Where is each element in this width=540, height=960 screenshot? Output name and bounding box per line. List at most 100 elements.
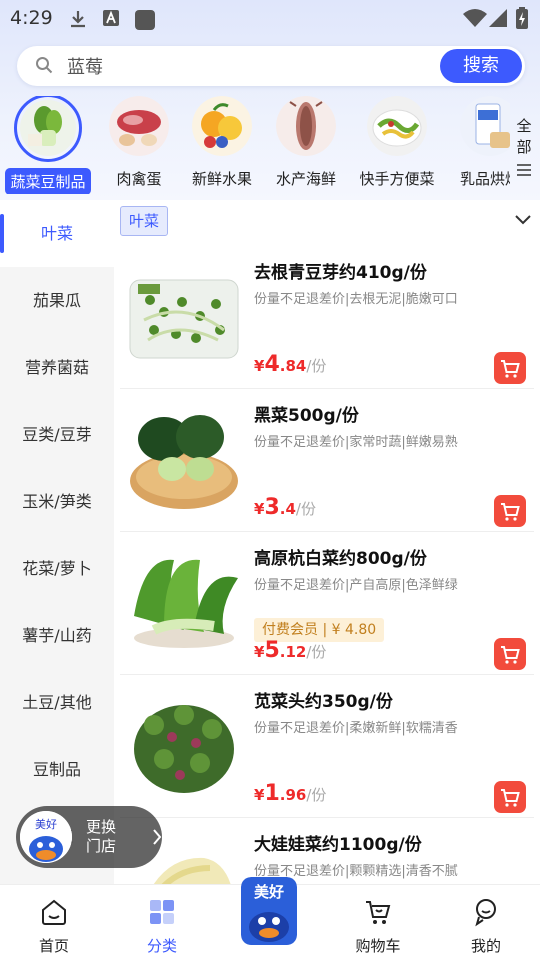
product-card[interactable]: 苋菜头约350g/份 份量不足退差价|柔嫩新鲜|软糯清香 ¥1.96/份: [114, 675, 540, 818]
profile-icon: [475, 899, 496, 927]
product-desc: 份量不足退差价|产自高原|色泽鲜绿: [254, 578, 458, 593]
product-image: [124, 546, 244, 656]
sidebar-item-eggplant-melon[interactable]: 茄果瓜: [0, 267, 114, 334]
category-veg-tofu[interactable]: 蔬菜豆制品: [5, 96, 91, 194]
price-dec: .96: [279, 786, 307, 804]
price-currency: ¥: [254, 643, 265, 661]
price-unit: /份: [295, 500, 316, 518]
category-label: 肉禽蛋: [116, 170, 162, 188]
product-desc: 份量不足退差价|柔嫩新鲜|软糯清香: [254, 721, 458, 736]
sidebar-item-leafy[interactable]: 叶菜: [0, 200, 114, 267]
subcategory-tag[interactable]: 叶菜: [120, 206, 168, 236]
product-list: 去根青豆芽约410g/份 份量不足退差价|去根无泥|脆嫩可口 ¥4.84/份 黑…: [114, 246, 540, 884]
price-unit: /份: [306, 643, 327, 661]
product-name: 高原杭白菜约800g/份: [254, 549, 427, 569]
add-to-cart-button[interactable]: [494, 638, 526, 670]
category-quick-meal[interactable]: 快手方便菜: [354, 96, 440, 189]
category-label: 新鲜水果: [191, 170, 252, 188]
nav-label: 我的: [470, 937, 501, 955]
add-to-cart-button[interactable]: [494, 781, 526, 813]
product-desc: 份量不足退差价|去根无泥|脆嫩可口: [254, 292, 458, 307]
wifi-icon: [463, 9, 487, 27]
category-dairy-bakery[interactable]: 乳品烘焙: [447, 96, 510, 189]
product-image: [124, 260, 244, 370]
sidebar-item-mushroom[interactable]: 营养菌菇: [0, 334, 114, 401]
all-categories-button[interactable]: 全 部: [513, 116, 535, 184]
price-int: 5: [264, 638, 280, 663]
price-currency: ¥: [254, 786, 265, 804]
product-name: 黑菜500g/份: [254, 406, 359, 426]
price-dec: .84: [279, 357, 307, 375]
add-to-cart-button[interactable]: [494, 352, 526, 384]
product-image: [124, 689, 244, 799]
search-bar[interactable]: 蓝莓 搜索: [17, 46, 525, 86]
product-card[interactable]: 大娃娃菜约1100g/份 份量不足退差价|颗颗精选|清香不腻: [114, 818, 540, 884]
sidebar-item-taro-yam[interactable]: 薯芋/山药: [0, 602, 114, 669]
status-bar: 4:29: [0, 0, 540, 36]
sidebar-item-cauliflower-radish[interactable]: 花菜/萝卜: [0, 535, 114, 602]
nav-category[interactable]: 分类: [108, 885, 216, 956]
sidebar-item-corn-bamboo[interactable]: 玉米/笋类: [0, 468, 114, 535]
category-meat-egg[interactable]: 肉禽蛋: [96, 96, 182, 189]
product-card[interactable]: 高原杭白菜约800g/份 份量不足退差价|产自高原|色泽鲜绿 付费会员 | ¥ …: [114, 532, 540, 675]
price-int: 1: [264, 781, 280, 806]
price-int: 3: [264, 495, 280, 520]
sidebar-item-beans-sprouts[interactable]: 豆类/豆芽: [0, 401, 114, 468]
search-icon: [36, 57, 53, 74]
price-unit: /份: [306, 357, 327, 375]
nav-label: 购物车: [355, 937, 401, 955]
nav-profile[interactable]: 我的: [432, 885, 540, 956]
app-a-icon: [103, 10, 119, 26]
cart-icon: [501, 503, 520, 521]
category-fruit[interactable]: 新鲜水果: [179, 96, 265, 189]
all-categories-char: 部: [516, 138, 532, 156]
chevron-right-icon: [153, 829, 162, 845]
category-label: 蔬菜豆制品: [5, 168, 91, 194]
price-currency: ¥: [254, 500, 265, 518]
add-to-cart-button[interactable]: [494, 495, 526, 527]
category-veg-image: [14, 96, 82, 162]
header-area: 4:29 蓝莓 搜索 蔬菜豆制品 肉禽蛋 新鲜水果 水产海鲜 快手方便菜 乳品烘…: [0, 0, 540, 200]
nav-label: 分类: [146, 937, 177, 955]
product-price: ¥4.84/份: [254, 352, 326, 377]
nav-cart[interactable]: 购物车: [324, 885, 432, 956]
chevron-down-icon[interactable]: [514, 214, 532, 226]
product-price: ¥5.12/份: [254, 638, 326, 663]
store-logo: 美好: [20, 811, 72, 863]
product-image: [124, 403, 244, 513]
download-icon: [71, 11, 85, 28]
category-meat-image: [109, 96, 169, 156]
nav-label: 首页: [38, 937, 69, 955]
sidebar: 叶菜 茄果瓜 营养菌菇 豆类/豆芽 玉米/笋类 花菜/萝卜 薯芋/山药 土豆/其…: [0, 200, 114, 884]
category-strip: 蔬菜豆制品 肉禽蛋 新鲜水果 水产海鲜 快手方便菜 乳品烘: [0, 96, 510, 194]
search-button[interactable]: 搜索: [440, 49, 522, 83]
cart-icon: [501, 360, 520, 378]
price-unit: /份: [306, 786, 327, 804]
product-card[interactable]: 黑菜500g/份 份量不足退差价|家常时蔬|鲜嫩易熟 ¥3.4/份: [114, 389, 540, 532]
category-icon: [150, 900, 174, 924]
product-price: ¥1.96/份: [254, 781, 326, 806]
all-categories-char: 全: [516, 117, 532, 135]
product-name: 大娃娃菜约1100g/份: [254, 835, 422, 855]
home-icon: [42, 899, 66, 925]
change-store-text: 更换 门店: [86, 818, 116, 856]
category-label: 快手方便菜: [359, 170, 435, 188]
price-dec: .4: [279, 500, 296, 518]
category-quick-meal-image: [367, 96, 427, 156]
product-card[interactable]: 去根青豆芽约410g/份 份量不足退差价|去根无泥|脆嫩可口 ¥4.84/份: [114, 246, 540, 389]
price-dec: .12: [279, 643, 307, 661]
nav-home[interactable]: 首页: [0, 885, 108, 956]
list-icon: [517, 164, 531, 176]
subcategory-bar: 叶菜: [114, 200, 540, 246]
sidebar-item-tofu[interactable]: 豆制品: [0, 736, 114, 803]
product-desc: 份量不足退差价|家常时蔬|鲜嫩易熟: [254, 435, 458, 450]
search-input[interactable]: 蓝莓: [67, 53, 103, 79]
category-seafood[interactable]: 水产海鲜: [263, 96, 349, 189]
bottom-nav: 首页 分类 美好 购物车 我的: [0, 877, 540, 960]
price-int: 4: [264, 352, 280, 377]
nav-center-logo[interactable]: 美好: [241, 877, 297, 945]
change-store-button[interactable]: 美好 更换 门店: [16, 806, 162, 868]
cart-icon: [501, 646, 520, 664]
sidebar-item-potato-other[interactable]: 土豆/其他: [0, 669, 114, 736]
status-time: 4:29: [10, 7, 53, 29]
